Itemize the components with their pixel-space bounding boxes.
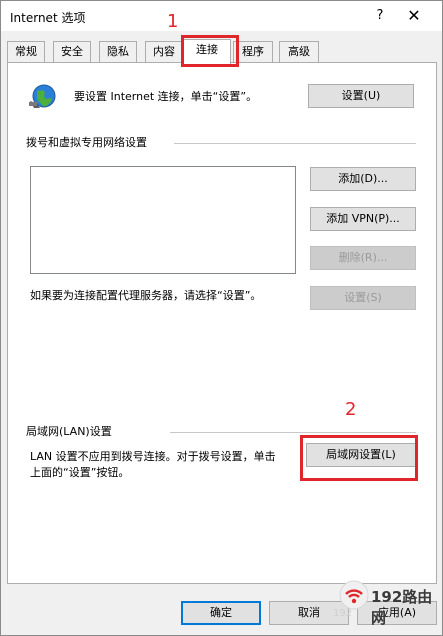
tab-programs[interactable]: 程序 — [233, 41, 273, 63]
window-title: Internet 选项 — [10, 11, 86, 25]
dialup-heading: 拨号和虚拟专用网络设置 — [26, 136, 147, 149]
proxy-hint: 如果要为连接配置代理服务器，请选择“设置”。 — [30, 289, 262, 302]
tab-general[interactable]: 常规 — [7, 41, 45, 63]
internet-globe-icon — [29, 84, 56, 108]
dialup-divider — [174, 143, 416, 144]
setup-description: 要设置 Internet 连接，单击“设置”。 — [74, 90, 258, 103]
ok-button[interactable]: 确定 — [181, 601, 261, 625]
step2-highlight-box — [300, 435, 418, 481]
setup-button[interactable]: 设置(U) — [308, 84, 414, 108]
step1-number: 1 — [167, 11, 179, 32]
connections-panel: 要设置 Internet 连接，单击“设置”。 设置(U) 拨号和虚拟专用网络设… — [7, 62, 437, 584]
title-bar: Internet 选项 ? ✕ — [1, 1, 442, 31]
lan-divider — [170, 432, 416, 433]
dialup-settings-button[interactable]: 设置(S) — [310, 286, 416, 310]
help-button[interactable]: ? — [367, 5, 393, 27]
watermark: 192路由网 192 — [319, 578, 443, 628]
step2-number: 2 — [345, 399, 357, 420]
watermark-small: 192 — [333, 608, 353, 619]
tab-privacy[interactable]: 隐私 — [99, 41, 137, 63]
watermark-text: 192路由网 — [371, 588, 433, 627]
wifi-logo-icon — [339, 580, 369, 610]
remove-button[interactable]: 删除(R)... — [310, 246, 416, 270]
connections-list[interactable] — [30, 166, 296, 274]
tab-content[interactable]: 内容 — [145, 41, 183, 63]
add-button[interactable]: 添加(D)... — [310, 167, 416, 191]
add-vpn-button[interactable]: 添加 VPN(P)... — [310, 207, 416, 231]
internet-options-dialog: Internet 选项 ? ✕ 常规 安全 隐私 内容 连接 程序 高级 要设置… — [0, 0, 443, 636]
tab-advanced[interactable]: 高级 — [279, 41, 319, 63]
close-button[interactable]: ✕ — [399, 5, 429, 27]
step1-highlight-box — [181, 35, 239, 67]
lan-description-line2: 上面的“设置”按钮。 — [30, 466, 130, 479]
lan-heading: 局域网(LAN)设置 — [26, 425, 112, 438]
lan-description-line1: LAN 设置不应用到拨号连接。对于拨号设置，单击 — [30, 450, 276, 463]
tab-security[interactable]: 安全 — [53, 41, 91, 63]
